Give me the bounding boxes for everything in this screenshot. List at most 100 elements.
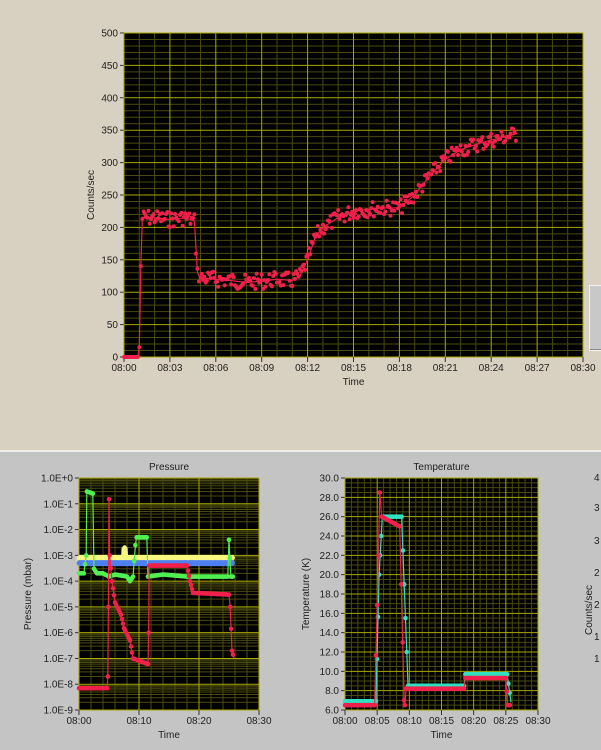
series-counts-point [375,204,380,209]
y-tick-label: 250 [101,191,118,202]
temperature-chart: 6.0 8.0 10.0 12.0 14.0 16.0 18.0 20.0 22.0 24.0 26… [301,462,551,741]
series-counts-point [388,213,393,218]
series-red-point [128,644,134,649]
series-green-point [227,555,233,561]
partial-tick: 1 [594,632,600,643]
series-counts-point [176,219,181,224]
series-red-point [187,578,193,584]
series-red-point [227,604,233,610]
series-counts-point [436,164,441,169]
y-axis-label: Temperature (K) [301,558,312,630]
series-red-point [109,578,115,584]
series-red-point [503,675,509,681]
series-green-point [226,537,232,543]
series-counts-point [212,275,217,280]
series-counts-point [167,225,172,230]
series-red-point [374,602,380,608]
series-counts-point [397,202,402,207]
x-tick-label: 08:24 [479,363,504,374]
series-counts-point [420,189,425,194]
partial-counts-chart: Counts/sec 4 3 3 2 2 1 1 [584,473,600,665]
series-counts-point [421,182,426,187]
series-counts-point [287,278,292,283]
series-counts-point [456,152,461,157]
series-counts-point [263,284,268,289]
series-counts-point [188,221,193,226]
series-red-point [230,652,236,657]
series-counts-point [299,268,304,273]
chart-title: Temperature [413,462,470,473]
series-red-point [504,689,510,694]
series-counts-point [135,355,140,359]
series-counts-point [173,212,177,217]
series-counts-point [192,212,197,217]
series-counts-point [306,246,311,251]
series-counts-point [187,211,192,216]
series-counts-point [352,211,357,216]
partial-tick: 4 [594,473,600,484]
series-counts-point [165,210,170,215]
series-counts-point [322,231,327,236]
x-tick-label: 08:10 [126,716,151,727]
series-counts-point [162,216,167,221]
counts-chart: 0 50 100 150 200 250 300 350 400 450 500 08:00 08:03… [86,29,596,389]
series-counts-point [216,284,221,289]
series-green-point [144,535,150,540]
series-counts-point [241,281,246,286]
x-tick-label: 08:00 [111,363,136,374]
series-counts-point [137,345,142,350]
series-counts-point [327,219,332,224]
series-red-point [186,573,192,579]
y-tick-label: 300 [101,158,118,169]
series-counts-point [346,205,351,210]
series-counts-point [308,252,313,257]
y-tick-label: 0 [112,353,118,364]
series-red-point [229,648,235,653]
series-counts-point [499,129,504,134]
y-tick-label: 200 [101,223,118,234]
series-red-point [146,630,151,635]
series-counts-point [380,205,385,210]
series-counts-point [354,208,359,213]
series-counts-point [281,283,286,288]
series-counts-point [500,133,505,138]
series-counts-point [351,215,356,220]
series-counts-point [467,143,472,148]
series-cyan-point [400,548,406,553]
series-counts-point [146,208,151,213]
series-red-point [507,702,513,708]
series-counts-point [434,170,439,175]
series-red-point [106,496,112,502]
series-counts-point [370,200,375,205]
series-counts-point [147,221,152,226]
y-tick-label: 1.0E-3 [44,551,74,562]
series-counts-point [411,200,416,205]
y-tick-label: 50 [107,320,119,331]
series-counts-point [266,277,271,282]
series-counts-point [290,284,295,289]
x-tick-label: 08:05 [365,716,390,727]
series-counts-point [252,276,257,281]
x-tick-label: 08:30 [570,363,595,374]
series-counts-point [248,278,253,283]
series-counts-point [195,266,200,271]
series-counts-point [324,225,329,230]
x-tick-label: 08:25 [493,716,518,727]
series-counts-point [196,279,201,284]
series-counts-point [450,153,455,158]
series-green-point [82,562,88,567]
series-counts-point [231,275,236,280]
y-axis-label: Pressure (mbar) [23,558,34,630]
series-counts-point [473,143,478,148]
series-counts-point [140,216,145,221]
y-tick-label: 30.0 [320,474,340,485]
series-counts-point [286,270,291,275]
y-tick-label: 6.0 [325,706,339,717]
y-tick-label: 1.0E-4 [44,577,74,588]
series-counts-point [208,276,213,281]
series-yellow-point [122,545,127,550]
series-counts-point [160,211,165,216]
x-tick-label: 08:12 [295,363,320,374]
series-red-point [127,638,133,643]
series-counts-point [273,271,278,276]
